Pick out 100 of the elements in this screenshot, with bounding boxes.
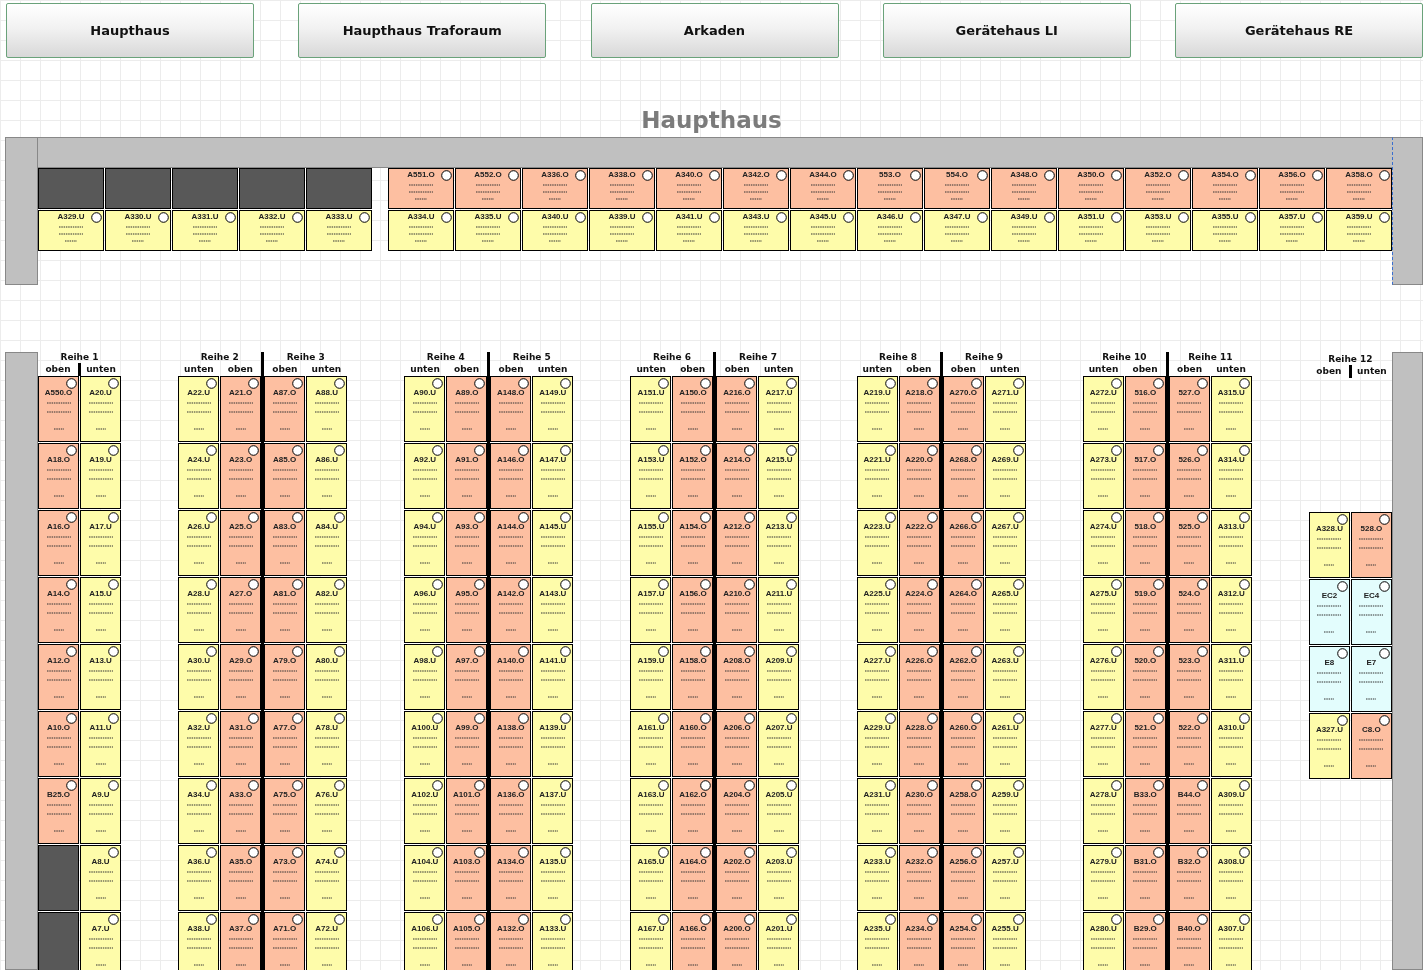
parking-slot[interactable]: A84.U xyxy=(306,510,348,576)
parking-slot[interactable]: B44.O xyxy=(1168,778,1210,844)
status-circle-icon[interactable] xyxy=(1110,579,1122,590)
status-circle-icon[interactable] xyxy=(744,378,756,389)
status-circle-icon[interactable] xyxy=(108,914,119,925)
parking-slot[interactable]: A311.U xyxy=(1210,644,1252,710)
status-circle-icon[interactable] xyxy=(560,780,572,791)
status-circle-icon[interactable] xyxy=(1336,514,1348,525)
status-circle-icon[interactable] xyxy=(508,212,519,223)
parking-slot[interactable]: A77.O xyxy=(264,711,306,777)
parking-slot[interactable]: A226.O xyxy=(898,644,940,710)
parking-slot[interactable]: A355.U xyxy=(1192,210,1258,251)
status-circle-icon[interactable] xyxy=(926,914,938,925)
status-circle-icon[interactable] xyxy=(700,713,712,724)
status-circle-icon[interactable] xyxy=(884,914,896,925)
status-circle-icon[interactable] xyxy=(474,378,486,389)
parking-slot[interactable]: A255.U xyxy=(984,912,1026,970)
status-circle-icon[interactable] xyxy=(970,512,982,523)
parking-slot[interactable]: A22.U xyxy=(178,376,220,442)
status-circle-icon[interactable] xyxy=(334,713,346,724)
status-circle-icon[interactable] xyxy=(292,212,303,223)
parking-slot[interactable]: A87.O xyxy=(264,376,306,442)
parking-slot[interactable]: A152.O xyxy=(672,443,714,509)
parking-slot[interactable]: A200.O xyxy=(716,912,758,970)
parking-slot[interactable]: A212.O xyxy=(716,510,758,576)
parking-slot[interactable]: 554.O xyxy=(924,168,990,209)
parking-slot[interactable]: E8 xyxy=(1308,646,1350,712)
status-circle-icon[interactable] xyxy=(977,170,988,181)
parking-slot[interactable]: A140.O xyxy=(490,644,532,710)
parking-slot[interactable]: A210.O xyxy=(716,577,758,643)
status-circle-icon[interactable] xyxy=(292,847,304,858)
parking-slot[interactable]: A144.O xyxy=(490,510,532,576)
parking-slot[interactable]: A141.U xyxy=(532,644,574,710)
parking-slot[interactable]: A97.O xyxy=(446,644,488,710)
parking-slot[interactable]: A232.O xyxy=(898,845,940,911)
parking-slot[interactable]: A264.O xyxy=(942,577,984,643)
status-circle-icon[interactable] xyxy=(1152,512,1164,523)
parking-slot[interactable]: A331.U xyxy=(172,210,238,251)
status-circle-icon[interactable] xyxy=(66,512,77,523)
status-circle-icon[interactable] xyxy=(1238,512,1250,523)
parking-slot[interactable]: A18.O xyxy=(38,443,79,509)
parking-slot[interactable]: A359.U xyxy=(1326,210,1392,251)
status-circle-icon[interactable] xyxy=(700,512,712,523)
parking-slot[interactable]: A139.U xyxy=(532,711,574,777)
parking-slot[interactable]: A256.O xyxy=(942,845,984,911)
parking-slot[interactable]: A215.U xyxy=(758,443,800,509)
parking-slot[interactable]: A340.O xyxy=(656,168,722,209)
parking-slot[interactable]: A313.U xyxy=(1210,510,1252,576)
parking-slot[interactable]: A551.O xyxy=(388,168,454,209)
status-circle-icon[interactable] xyxy=(884,512,896,523)
parking-slot[interactable]: A137.U xyxy=(532,778,574,844)
building-tab-button[interactable]: Gerätehaus LI xyxy=(882,3,1131,58)
parking-slot[interactable]: A268.O xyxy=(942,443,984,509)
status-circle-icon[interactable] xyxy=(658,646,670,657)
parking-slot[interactable]: A334.U xyxy=(388,210,454,251)
parking-slot[interactable]: A261.U xyxy=(984,711,1026,777)
status-circle-icon[interactable] xyxy=(642,170,653,181)
parking-slot[interactable]: A270.O xyxy=(942,376,984,442)
status-circle-icon[interactable] xyxy=(359,212,370,223)
parking-slot[interactable]: A91.O xyxy=(446,443,488,509)
parking-slot[interactable]: A267.U xyxy=(984,510,1026,576)
parking-slot[interactable]: A230.O xyxy=(898,778,940,844)
status-circle-icon[interactable] xyxy=(474,579,486,590)
status-circle-icon[interactable] xyxy=(658,780,670,791)
parking-slot[interactable]: A201.U xyxy=(758,912,800,970)
status-circle-icon[interactable] xyxy=(474,713,486,724)
status-circle-icon[interactable] xyxy=(1245,170,1256,181)
parking-slot[interactable]: A134.O xyxy=(490,845,532,911)
parking-slot[interactable]: A338.O xyxy=(589,168,655,209)
parking-slot[interactable]: A217.U xyxy=(758,376,800,442)
parking-slot[interactable]: A164.O xyxy=(672,845,714,911)
status-circle-icon[interactable] xyxy=(970,914,982,925)
status-circle-icon[interactable] xyxy=(66,780,77,791)
parking-slot[interactable]: A16.O xyxy=(38,510,79,576)
status-circle-icon[interactable] xyxy=(776,170,787,181)
status-circle-icon[interactable] xyxy=(441,170,452,181)
status-circle-icon[interactable] xyxy=(206,713,218,724)
status-circle-icon[interactable] xyxy=(1012,847,1024,858)
parking-slot[interactable]: A552.O xyxy=(455,168,521,209)
parking-slot[interactable]: A166.O xyxy=(672,912,714,970)
status-circle-icon[interactable] xyxy=(1238,780,1250,791)
parking-slot[interactable]: A104.U xyxy=(404,845,446,911)
status-circle-icon[interactable] xyxy=(206,646,218,657)
parking-slot[interactable]: 517.O xyxy=(1124,443,1166,509)
parking-slot[interactable]: A153.U xyxy=(630,443,672,509)
parking-slot[interactable]: A356.O xyxy=(1259,168,1325,209)
parking-slot[interactable]: A347.U xyxy=(924,210,990,251)
parking-slot[interactable]: A83.O xyxy=(264,510,306,576)
status-circle-icon[interactable] xyxy=(1152,445,1164,456)
parking-slot[interactable]: A222.O xyxy=(898,510,940,576)
parking-slot[interactable]: A94.U xyxy=(404,510,446,576)
status-circle-icon[interactable] xyxy=(884,445,896,456)
status-circle-icon[interactable] xyxy=(1378,581,1390,592)
status-circle-icon[interactable] xyxy=(1012,579,1024,590)
parking-slot[interactable]: A225.U xyxy=(856,577,898,643)
parking-slot[interactable]: A136.O xyxy=(490,778,532,844)
status-circle-icon[interactable] xyxy=(1238,378,1250,389)
status-circle-icon[interactable] xyxy=(108,646,119,657)
parking-slot[interactable]: A358.O xyxy=(1326,168,1392,209)
parking-slot[interactable]: A332.U xyxy=(239,210,305,251)
